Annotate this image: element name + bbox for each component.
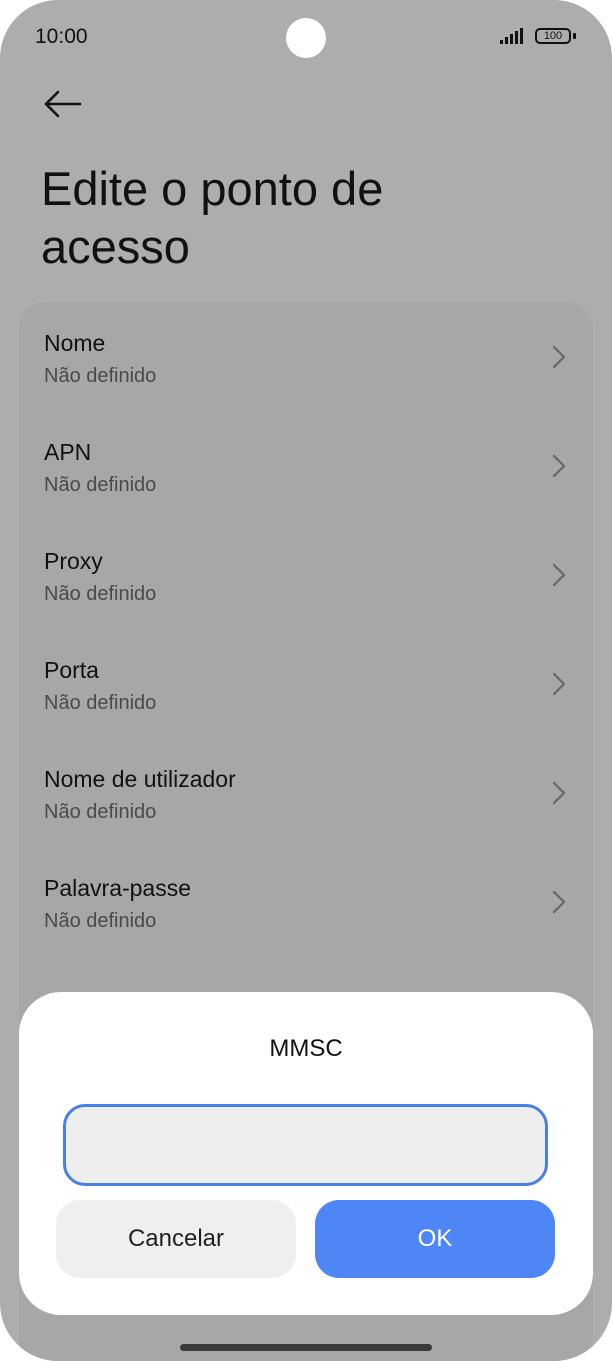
chevron-right-icon <box>552 454 566 478</box>
chevron-right-icon <box>552 563 566 587</box>
front-camera <box>286 18 326 58</box>
ok-button[interactable]: OK <box>315 1200 555 1278</box>
chevron-right-icon <box>552 672 566 696</box>
settings-item-proxy[interactable]: Proxy Não definido <box>19 520 593 629</box>
settings-item-value: Não definido <box>44 801 157 823</box>
settings-item-username[interactable]: Nome de utilizador Não definido <box>19 738 593 847</box>
battery-icon: 100 <box>535 28 571 44</box>
settings-item-value: Não definido <box>44 474 157 496</box>
dialog-title: MMSC <box>269 1035 343 1062</box>
settings-item-label: Proxy <box>44 548 103 574</box>
settings-item-porta[interactable]: Porta Não definido <box>19 629 593 738</box>
settings-item-label: Nome <box>44 330 106 356</box>
page-title: Edite o ponto de acesso <box>41 162 384 273</box>
settings-item-value: Não definido <box>44 365 157 387</box>
settings-item-value: Não definido <box>44 910 157 932</box>
battery-level: 100 <box>543 30 563 42</box>
chevron-right-icon <box>552 345 566 369</box>
home-indicator[interactable] <box>180 1344 432 1351</box>
status-time: 10:00 <box>35 25 88 48</box>
signal-icon <box>500 28 523 44</box>
chevron-right-icon <box>552 781 566 805</box>
settings-item-apn[interactable]: APN Não definido <box>19 411 593 520</box>
settings-item-label: Nome de utilizador <box>44 766 236 792</box>
phone-screen: 10:00 100 Edite o ponto de acesso Nome N… <box>0 0 612 1361</box>
mmsc-dialog: MMSC Cancelar OK <box>19 992 593 1315</box>
settings-item-label: Porta <box>44 657 99 683</box>
cancel-button[interactable]: Cancelar <box>56 1200 296 1278</box>
settings-item-value: Não definido <box>44 692 157 714</box>
settings-item-nome[interactable]: Nome Não definido <box>19 302 593 411</box>
back-arrow-icon[interactable] <box>40 88 84 120</box>
settings-item-value: Não definido <box>44 583 157 605</box>
mmsc-input[interactable] <box>63 1104 548 1186</box>
settings-item-password[interactable]: Palavra-passe Não definido <box>19 847 593 956</box>
chevron-right-icon <box>552 890 566 914</box>
settings-item-label: APN <box>44 439 92 465</box>
settings-item-label: Palavra-passe <box>44 875 192 901</box>
battery-tip <box>573 33 576 39</box>
status-bar: 10:00 100 <box>0 0 612 80</box>
